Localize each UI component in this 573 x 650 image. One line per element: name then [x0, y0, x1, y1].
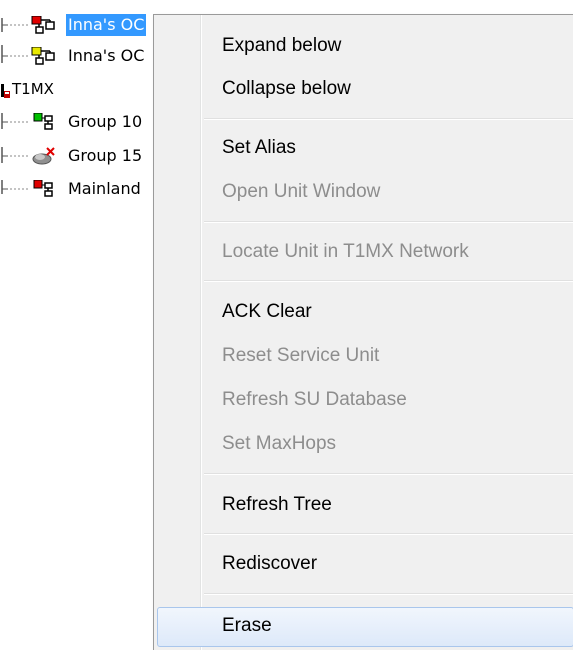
menu-gutter-highlight — [201, 15, 202, 650]
menu-item-reset-service-unit[interactable]: Reset Service Unit — [222, 336, 573, 376]
t1mx-unit-icon — [1, 84, 10, 98]
menu-item-collapse-below[interactable]: Collapse below — [222, 69, 573, 109]
network-node-icon — [31, 16, 55, 34]
tree-item-group-10[interactable]: Group 10 — [0, 111, 153, 133]
menu-item-refresh-su-database[interactable]: Refresh SU Database — [222, 380, 573, 420]
menu-item-open-unit-window[interactable]: Open Unit Window — [222, 172, 573, 212]
menu-item-set-alias[interactable]: Set Alias — [222, 128, 573, 168]
menu-item-set-maxhops[interactable]: Set MaxHops — [222, 424, 573, 464]
menu-item-rediscover[interactable]: Rediscover — [222, 544, 573, 584]
menu-item-erase[interactable]: Erase — [222, 606, 573, 646]
tree-branch-line — [1, 45, 28, 63]
menu-separator — [204, 533, 573, 535]
tree-item-label: T1MX — [12, 80, 54, 98]
tree-item-label: Inna's OC — [68, 46, 145, 65]
tree-item-group-15[interactable]: Group 15 — [0, 145, 153, 167]
tree-branch-line — [1, 147, 28, 163]
menu-separator — [204, 593, 573, 595]
menu-separator — [204, 473, 573, 475]
tree-item-label: Group 15 — [68, 146, 143, 165]
menu-separator — [204, 118, 573, 120]
network-node-icon — [31, 47, 55, 65]
tree-item-label: Mainland — [68, 179, 141, 198]
group-node-icon — [33, 113, 53, 130]
tree-item-innas-oc-yellow[interactable]: Inna's OC — [0, 45, 153, 67]
tree-item-label: Inna's OC — [66, 14, 147, 36]
tree-branch-line — [1, 18, 28, 32]
tree-branch-line — [1, 180, 28, 194]
disconnected-node-icon — [32, 147, 55, 165]
group-node-icon — [33, 180, 53, 197]
menu-separator — [204, 221, 573, 223]
menu-item-ack-clear[interactable]: ACK Clear — [222, 292, 573, 332]
menu-item-expand-below[interactable]: Expand below — [222, 26, 573, 66]
menu-item-refresh-tree[interactable]: Refresh Tree — [222, 485, 573, 525]
menu-item-locate-unit[interactable]: Locate Unit in T1MX Network — [222, 232, 573, 272]
context-menu: Expand below Collapse below Set Alias Op… — [153, 14, 573, 650]
menu-separator — [204, 280, 573, 282]
tree-item-mainland[interactable]: Mainland — [0, 178, 153, 200]
tree-item-t1mx[interactable]: T1MX — [0, 78, 153, 100]
tree-branch-line — [1, 113, 28, 129]
tree-item-label: Group 10 — [68, 112, 143, 131]
